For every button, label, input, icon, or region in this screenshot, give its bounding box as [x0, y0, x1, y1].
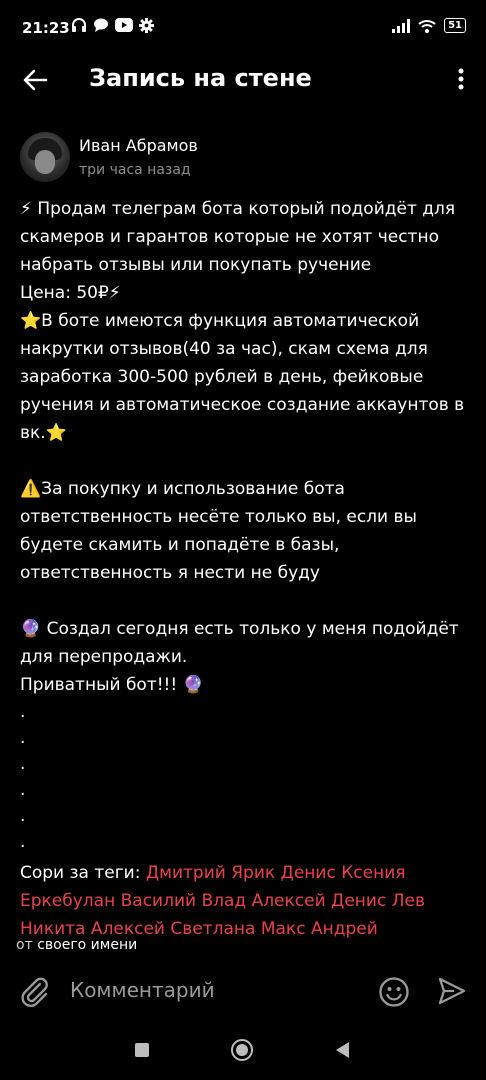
- tag-link[interactable]: Лев: [392, 891, 425, 911]
- chat-icon: [94, 18, 108, 32]
- tag-link[interactable]: Светлана: [170, 919, 255, 939]
- post-price: Цена: 50₽⚡: [20, 283, 121, 303]
- post-paragraph: ⚡ Продам телеграм бота который подойдёт …: [20, 199, 456, 275]
- tags-line: Сори за теги: Дмитрий Ярик Денис Ксения …: [20, 859, 476, 943]
- post-dot: .: [20, 806, 26, 826]
- home-button[interactable]: [231, 1039, 253, 1061]
- post-timestamp: три часа назад: [79, 162, 191, 178]
- more-options-button[interactable]: [458, 68, 464, 94]
- attach-button[interactable]: [20, 976, 50, 1012]
- post-dot: .: [20, 728, 26, 748]
- tag-link[interactable]: Андрей: [311, 919, 378, 939]
- tag-link[interactable]: Алексей: [91, 919, 165, 939]
- tag-link[interactable]: Василий: [121, 891, 196, 911]
- status-notification-icons: [71, 17, 154, 33]
- status-system-icons: 51: [392, 18, 466, 33]
- tag-link[interactable]: Еркебулан: [20, 891, 115, 911]
- smile-icon: [379, 977, 409, 1007]
- post-dot: .: [20, 754, 26, 774]
- tag-link[interactable]: Денис: [331, 891, 386, 911]
- app-bar: Запись на стене: [0, 58, 486, 102]
- headphones-icon: [72, 18, 86, 32]
- status-time: 21:23: [22, 19, 70, 37]
- post-paragraph: ⭐В боте имеются функция автоматической н…: [20, 311, 465, 443]
- more-vert-icon: [458, 68, 464, 90]
- send-button[interactable]: [437, 976, 467, 1010]
- post-paragraph: 🔮 Создал сегодня есть только у меня подо…: [20, 619, 459, 667]
- post-dot: .: [20, 832, 26, 852]
- back-arrow-icon: [23, 69, 48, 91]
- comment-input[interactable]: Комментарий: [70, 978, 215, 1002]
- tag-link[interactable]: Денис: [281, 863, 336, 883]
- tag-link[interactable]: Макс: [261, 919, 306, 939]
- tag-link[interactable]: Алексей: [252, 891, 326, 911]
- youtube-icon: [115, 18, 133, 32]
- tag-link[interactable]: Дмитрий: [146, 863, 226, 883]
- nav-back-button[interactable]: [336, 1042, 349, 1058]
- comment-as-note[interactable]: от своего имени: [16, 937, 137, 953]
- post-dot: .: [20, 702, 26, 722]
- back-button[interactable]: [22, 68, 48, 96]
- system-nav-bar: [0, 1026, 486, 1080]
- page-title: Запись на стене: [89, 64, 312, 92]
- wifi-icon: [418, 19, 436, 33]
- comment-bar: Комментарий: [0, 960, 486, 1024]
- post-dot: .: [20, 780, 26, 800]
- send-icon: [438, 977, 466, 1005]
- post-paragraph: Приватный бот!!! 🔮: [20, 675, 204, 695]
- avatar[interactable]: [20, 132, 70, 182]
- tags-label: Сори за теги:: [20, 863, 146, 883]
- tag-link[interactable]: Никита: [20, 919, 85, 939]
- comment-as-name: своего имени: [37, 937, 138, 953]
- emoji-button[interactable]: [378, 976, 410, 1012]
- status-bar: 21:23 51: [0, 0, 486, 58]
- post-paragraph: ⚠️За покупку и использование бота ответс…: [20, 479, 417, 583]
- post-body: ⚡ Продам телеграм бота который подойдёт …: [20, 195, 476, 943]
- author-name[interactable]: Иван Абрамов: [79, 136, 198, 155]
- tag-link[interactable]: Ярик: [231, 863, 275, 883]
- battery-icon: 51: [444, 18, 466, 33]
- recent-apps-button[interactable]: [135, 1043, 149, 1057]
- paperclip-icon: [21, 977, 48, 1008]
- gear-icon: [139, 17, 154, 33]
- tag-link[interactable]: Влад: [201, 891, 246, 911]
- comment-as-prefix: от: [16, 937, 33, 953]
- signal-icon: [392, 18, 411, 33]
- tag-link[interactable]: Ксения: [341, 863, 405, 883]
